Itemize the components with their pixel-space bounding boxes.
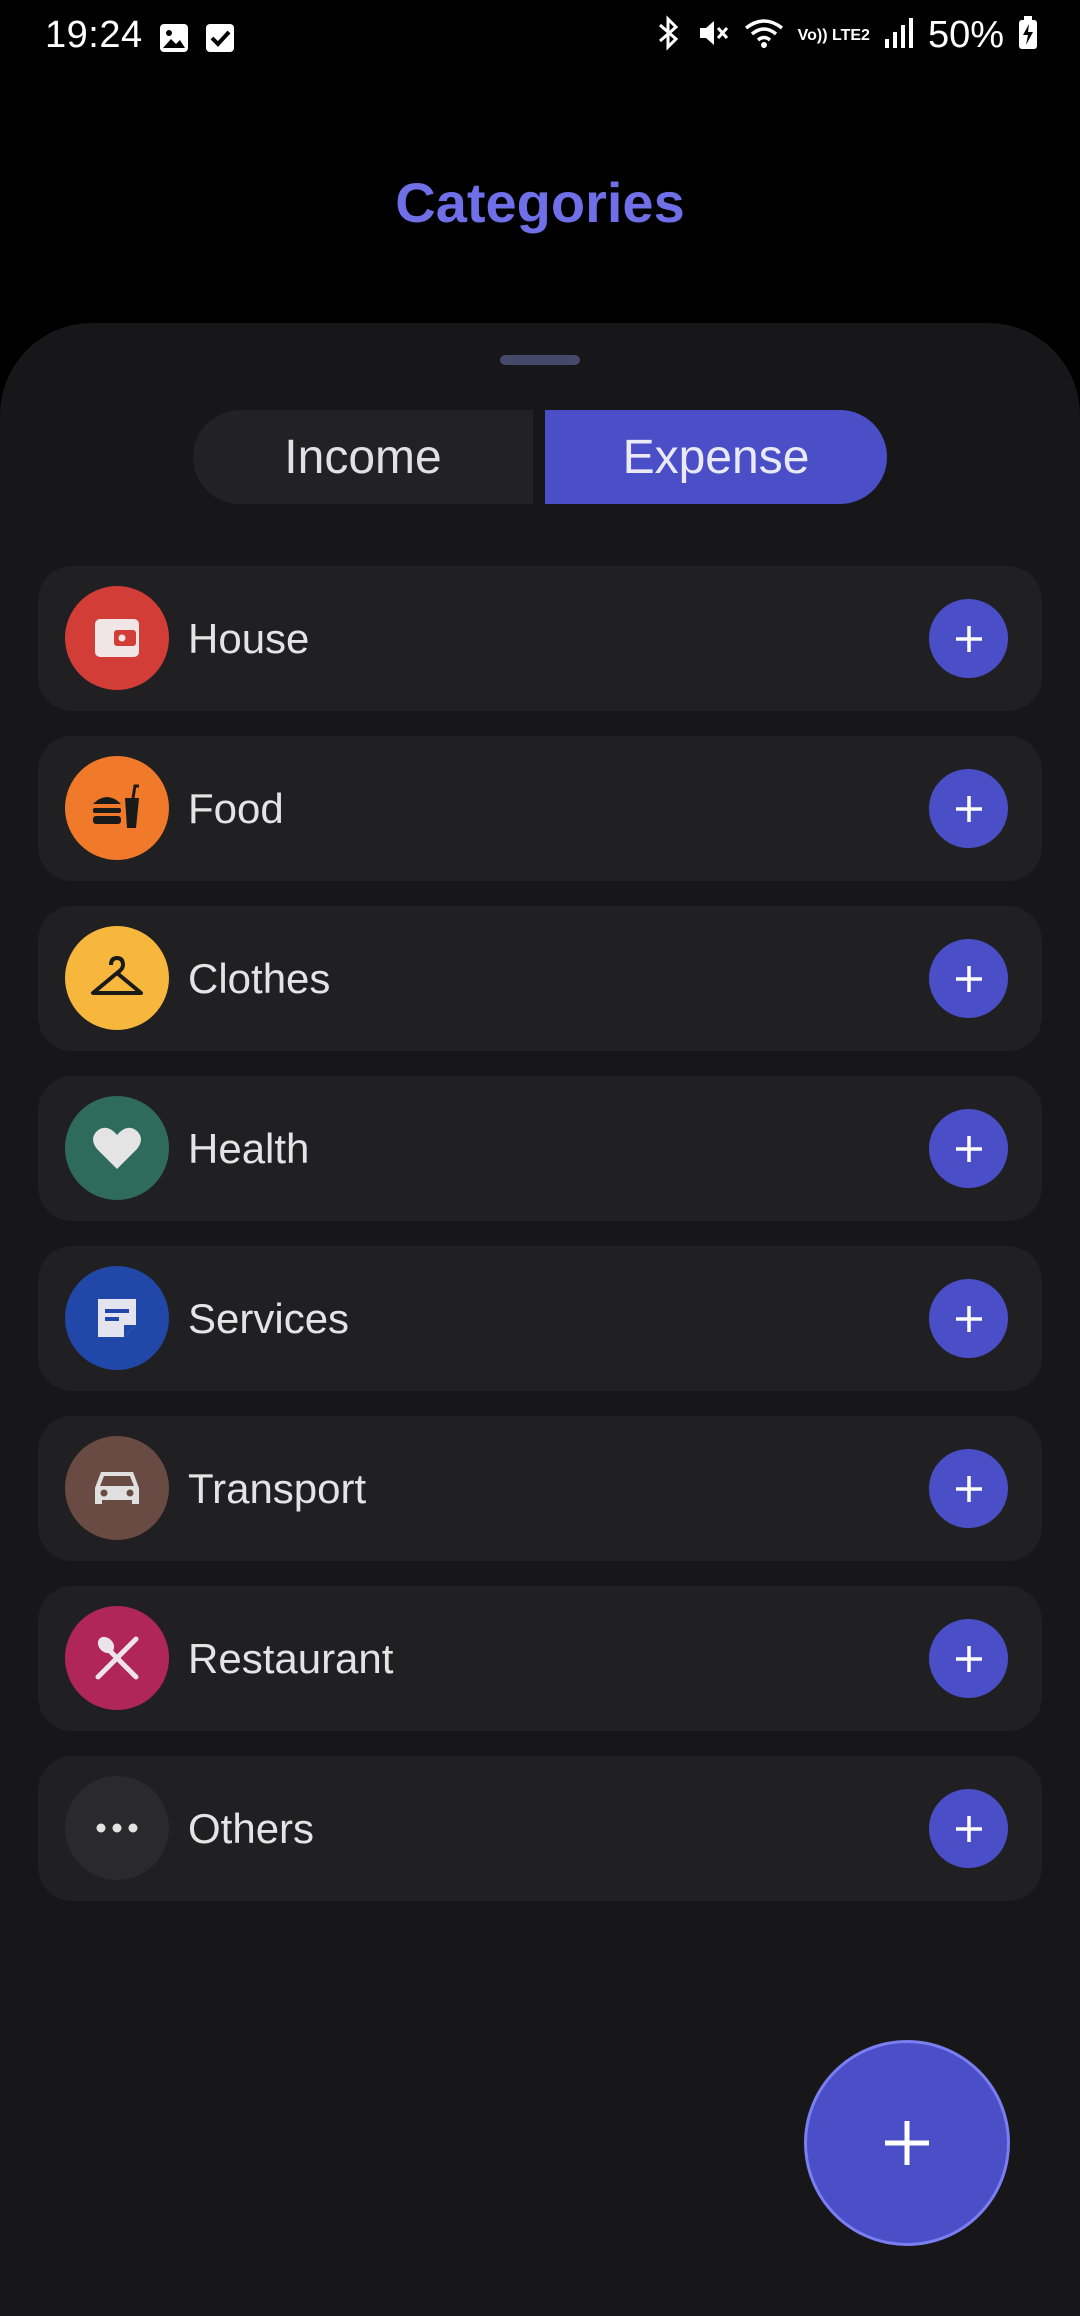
wallet-icon (65, 586, 169, 690)
heart-icon (65, 1096, 169, 1200)
drag-handle[interactable] (500, 355, 580, 365)
plus-icon (955, 625, 982, 652)
category-label: Transport (188, 1465, 367, 1512)
fastfood-icon (65, 756, 169, 860)
add-restaurant-button[interactable] (929, 1619, 1008, 1698)
page-title: Categories (395, 171, 685, 234)
add-health-button[interactable] (929, 1109, 1008, 1188)
cutlery-icon (65, 1606, 169, 1710)
add-food-button[interactable] (929, 769, 1008, 848)
battery-charging-icon (1018, 16, 1038, 55)
add-services-button[interactable] (929, 1279, 1008, 1358)
status-left-icons (158, 22, 236, 59)
hanger-icon (65, 926, 169, 1030)
wifi-icon (744, 16, 784, 55)
category-row-health[interactable]: Health (38, 1076, 1042, 1221)
note-icon (65, 1266, 169, 1370)
category-label: Others (188, 1805, 315, 1852)
category-label: House (188, 615, 310, 662)
category-row-house[interactable]: House (38, 566, 1042, 711)
signal-icon (884, 17, 914, 54)
screen: 19:24 Vo)) LTE2 50% Categories Income Ex… (0, 0, 1080, 2316)
status-bar: 19:24 Vo)) LTE2 50% (0, 0, 1080, 80)
plus-icon (955, 1475, 982, 1502)
plus-icon (955, 1135, 982, 1162)
plus-icon (955, 1645, 982, 1672)
category-row-transport[interactable]: Transport (38, 1416, 1042, 1561)
status-time: 19:24 (45, 14, 143, 56)
category-label: Services (188, 1295, 350, 1342)
category-row-services[interactable]: Services (38, 1246, 1042, 1391)
add-others-button[interactable] (929, 1789, 1008, 1868)
bluetooth-icon (656, 15, 682, 56)
category-label: Restaurant (188, 1635, 394, 1682)
car-icon (65, 1436, 169, 1540)
type-toggle: Income Expense (193, 410, 887, 504)
category-row-restaurant[interactable]: Restaurant (38, 1586, 1042, 1731)
plus-icon (885, 2121, 929, 2165)
category-row-others[interactable]: Others (38, 1756, 1042, 1901)
category-row-clothes[interactable]: Clothes (38, 906, 1042, 1051)
plus-icon (955, 1305, 982, 1332)
volte-icon: Vo)) LTE2 (797, 26, 870, 44)
category-label: Food (188, 785, 284, 832)
image-icon (158, 22, 190, 59)
categories-sheet: Income Expense House Food Clothes Health… (0, 323, 1080, 2316)
mute-icon (696, 16, 730, 55)
status-right: Vo)) LTE2 50% (656, 14, 1038, 57)
add-house-button[interactable] (929, 599, 1008, 678)
category-label: Health (188, 1125, 310, 1172)
add-clothes-button[interactable] (929, 939, 1008, 1018)
plus-icon (955, 965, 982, 992)
tab-expense[interactable]: Expense (545, 410, 887, 504)
plus-icon (955, 1815, 982, 1842)
battery-percent: 50% (927, 14, 1004, 56)
tab-income[interactable]: Income (193, 410, 533, 504)
add-category-fab[interactable] (804, 2040, 1010, 2246)
plus-icon (955, 795, 982, 822)
more-icon (65, 1776, 169, 1880)
category-label: Clothes (188, 955, 331, 1002)
category-row-food[interactable]: Food (38, 736, 1042, 881)
add-transport-button[interactable] (929, 1449, 1008, 1528)
checkbox-icon (204, 22, 236, 59)
